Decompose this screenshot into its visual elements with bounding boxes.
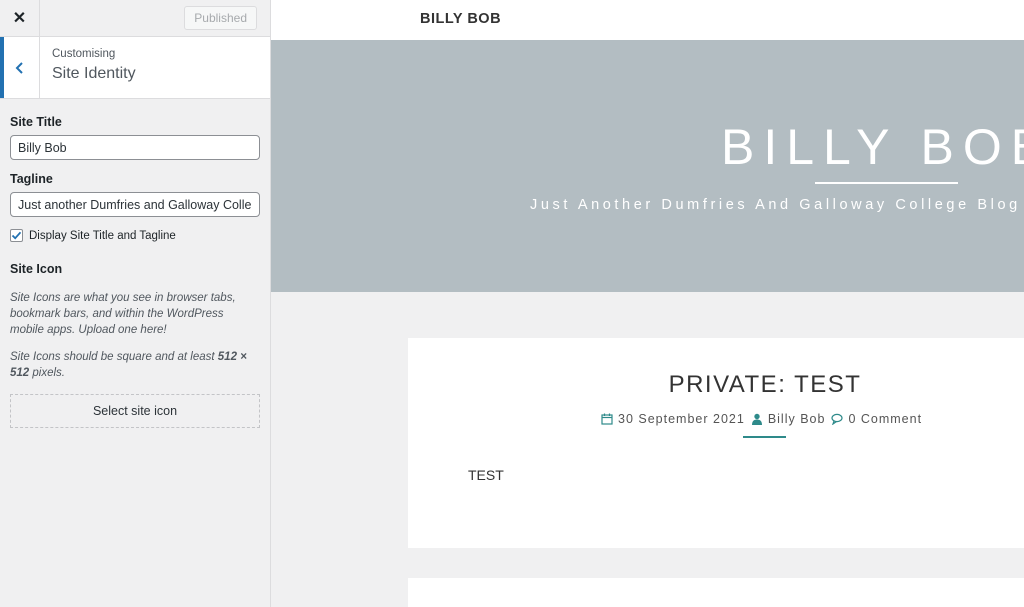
chevron-left-icon (15, 61, 23, 74)
hero-banner: BILLY BOB Just Another Dumfries And Gall… (271, 40, 1024, 292)
section-title: Site Identity (52, 65, 136, 82)
hero-tagline: Just Another Dumfries And Galloway Colle… (530, 197, 1021, 213)
select-site-icon-button[interactable]: Select site icon (10, 394, 260, 428)
tagline-label: Tagline (10, 172, 53, 186)
site-identity-controls: Site Title Tagline Display Site Title an… (0, 115, 270, 428)
site-preview: BILLY BOB BILLY BOB Just Another Dumfrie… (271, 0, 1024, 607)
site-icon-size-note: Site Icons should be square and at least… (10, 351, 247, 379)
calendar-icon (601, 413, 613, 425)
next-post-card (408, 578, 1024, 607)
close-icon: ✕ (12, 10, 27, 27)
customizer-sidebar: ✕ Published Customising Site Identity Si… (0, 0, 271, 607)
post-author[interactable]: Billy Bob (768, 412, 826, 426)
hero-divider (815, 182, 958, 184)
customizer-topbar: ✕ Published (0, 0, 270, 37)
post-body: TEST (468, 467, 504, 483)
post-title[interactable]: PRIVATE: TEST (408, 371, 1024, 399)
hero-site-title[interactable]: BILLY BOB (721, 118, 1024, 176)
post-meta: 30 September 2021 Billy Bob 0 Comment (601, 412, 922, 426)
post-card: PRIVATE: TEST 30 September 2021 Billy Bo… (408, 338, 1024, 548)
post-comments[interactable]: 0 Comment (848, 412, 922, 426)
preview-header-bar: BILLY BOB (271, 0, 1024, 40)
tagline-input[interactable] (10, 192, 260, 217)
section-header: Customising Site Identity (0, 37, 270, 99)
site-title-label: Site Title (10, 115, 62, 129)
section-kicker: Customising (52, 48, 116, 60)
site-icon-label: Site Icon (10, 262, 63, 276)
site-title-input[interactable] (10, 135, 260, 160)
checkmark-icon (11, 231, 22, 240)
comment-icon (831, 413, 844, 425)
display-title-tagline-label: Display Site Title and Tagline (29, 229, 176, 242)
display-title-tagline-checkbox[interactable] (10, 229, 23, 242)
user-icon (751, 413, 762, 425)
back-button[interactable] (0, 37, 40, 98)
meta-divider (743, 436, 786, 438)
close-customizer-button[interactable]: ✕ (0, 0, 40, 37)
site-icon-description: Site Icons are what you see in browser t… (10, 292, 236, 336)
site-brand[interactable]: BILLY BOB (420, 11, 501, 27)
section-titles: Customising Site Identity (40, 37, 136, 98)
post-date[interactable]: 30 September 2021 (618, 412, 745, 426)
display-title-tagline-row: Display Site Title and Tagline (10, 229, 260, 242)
published-button[interactable]: Published (184, 6, 257, 30)
